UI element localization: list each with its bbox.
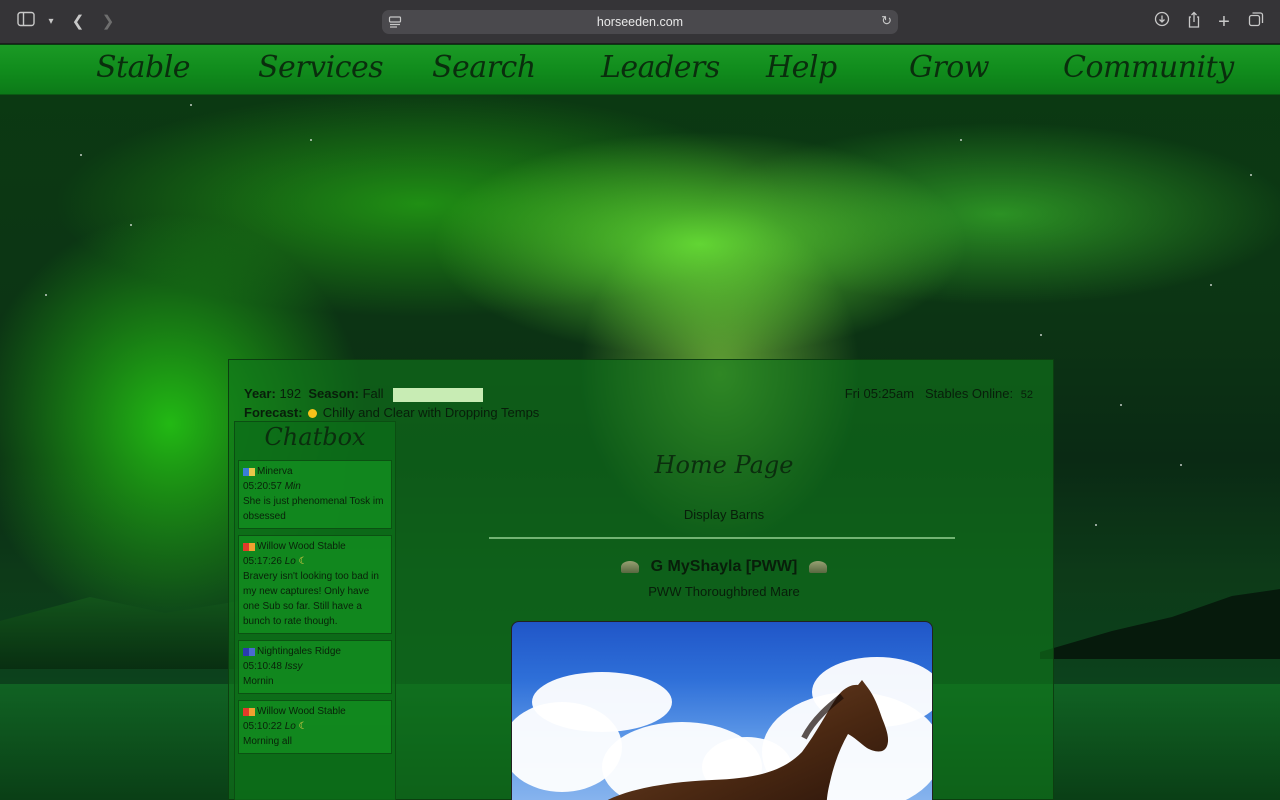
nav-services[interactable]: Services: [258, 45, 384, 91]
chat-time: 05:10:48 Issy: [243, 659, 387, 674]
forecast-text: Chilly and Clear with Dropping Temps: [322, 405, 540, 420]
chat-message: Nightingales Ridge 05:10:48 Issy Mornin: [238, 640, 392, 694]
address-bar[interactable]: horseeden.com ↻: [382, 10, 898, 34]
chat-stable[interactable]: Nightingales Ridge: [243, 644, 387, 659]
share-icon[interactable]: [1183, 11, 1205, 33]
chat-timestamp: 05:17:26: [243, 556, 282, 567]
stable-flag-icon: [243, 467, 255, 476]
ornament-left-icon: [620, 560, 639, 573]
browser-toolbar: ▾ ❮ ❯ horseeden.com ↻ +: [0, 0, 1280, 44]
nav-leaders[interactable]: Leaders: [601, 45, 720, 91]
download-icon[interactable]: [1151, 11, 1173, 33]
year-label: Year:: [244, 386, 276, 401]
chat-stable[interactable]: Minerva: [243, 464, 387, 479]
sun-icon: [308, 409, 318, 418]
nav-help[interactable]: Help: [766, 45, 837, 91]
chat-text: She is just phenomenal Tosk im obsessed: [243, 496, 384, 522]
chat-stable-name: Nightingales Ridge: [257, 646, 341, 657]
season-progress-bar: [393, 387, 484, 402]
chat-user[interactable]: Issy: [285, 661, 303, 672]
chat-time: 05:17:26 Lo ☾: [243, 554, 387, 569]
stable-flag-icon: [243, 707, 255, 716]
chatbox: Chatbox Minerva 05:20:57 Min She is just p…: [234, 421, 396, 800]
chat-time: 05:20:57 Min: [243, 479, 387, 494]
time-online: Fri 05:25am Stables Online: 52: [845, 386, 1033, 401]
ornament-right-icon: [809, 560, 828, 573]
featured-horse-image[interactable]: [511, 621, 933, 800]
stable-flag-icon: [243, 542, 255, 551]
forecast-label: Forecast:: [244, 405, 303, 420]
url-text: horseeden.com: [596, 15, 684, 29]
chat-timestamp: 05:10:48: [243, 661, 282, 672]
season-value: Fall: [362, 386, 384, 401]
online-count: 52: [1020, 389, 1033, 401]
mountain-right: [1040, 589, 1280, 659]
chat-text: Morning all: [243, 736, 292, 747]
back-icon[interactable]: ❮: [67, 11, 89, 33]
moon-icon: ☾: [298, 721, 308, 732]
online-label: Stables Online:: [924, 386, 1014, 401]
chat-time: 05:10:22 Lo ☾: [243, 719, 387, 734]
chatbox-title: Chatbox: [264, 423, 366, 451]
main-panel: Year: 192 Season: Fall Forecast: Chilly …: [228, 359, 1054, 800]
home-content: Home Page Display Barns G MyShayla [PWW]…: [401, 421, 1047, 800]
forward-icon[interactable]: ❯: [97, 11, 119, 33]
chat-text: Mornin: [243, 676, 274, 687]
nav-stable[interactable]: Stable: [96, 45, 191, 91]
chat-stable[interactable]: Willow Wood Stable: [243, 539, 387, 554]
reload-icon[interactable]: ↻: [881, 13, 892, 29]
nav-grow[interactable]: Grow: [909, 45, 990, 91]
chat-user[interactable]: Min: [285, 481, 301, 492]
forecast: Forecast: Chilly and Clear with Dropping…: [244, 405, 539, 420]
nav-community[interactable]: Community: [1063, 45, 1234, 91]
tab-overview-icon[interactable]: [1245, 11, 1267, 33]
horse-silhouette: [607, 680, 889, 800]
year-season: Year: 192 Season: Fall: [244, 386, 484, 402]
featured-horse-breed: PWW Thoroughbred Mare: [648, 584, 800, 599]
chat-user[interactable]: Lo: [285, 556, 296, 567]
chat-messages: Minerva 05:20:57 Min She is just phenomena…: [235, 460, 395, 754]
chat-text: Bravery isn't looking too bad in my new …: [243, 571, 379, 627]
divider: [489, 537, 955, 539]
chat-stable[interactable]: Willow Wood Stable: [243, 704, 387, 719]
chat-message: Willow Wood Stable 05:17:26 Lo ☾ Bravery i…: [238, 535, 392, 634]
nav-search[interactable]: Search: [432, 45, 536, 91]
game-time: Fri 05:25am: [844, 386, 915, 401]
featured-horse-name[interactable]: G MyShayla [PWW]: [401, 558, 1047, 576]
sidebar-toggle-icon[interactable]: [15, 11, 37, 33]
new-tab-icon[interactable]: +: [1213, 11, 1235, 33]
page-title: Home Page: [654, 451, 794, 479]
chat-message: Minerva 05:20:57 Min She is just phenomena…: [238, 460, 392, 529]
display-barns-link[interactable]: Display Barns: [401, 507, 1047, 522]
chat-stable-name: Minerva: [257, 466, 293, 477]
chat-message: Willow Wood Stable 05:10:22 Lo ☾ Morning a…: [238, 700, 392, 754]
chat-user[interactable]: Lo: [285, 721, 296, 732]
main-nav: Stable Services Search Leaders Help Grow…: [0, 45, 1280, 95]
chat-timestamp: 05:10:22: [243, 721, 282, 732]
chat-stable-name: Willow Wood Stable: [257, 541, 346, 552]
chat-stable-name: Willow Wood Stable: [257, 706, 346, 717]
horse-name-text: MyShayla [PWW]: [667, 558, 798, 575]
chat-timestamp: 05:20:57: [243, 481, 282, 492]
game-status-bar: Year: 192 Season: Fall Forecast: Chilly …: [235, 384, 1047, 426]
moon-icon: ☾: [298, 556, 308, 567]
season-label: Season:: [308, 386, 359, 401]
year-value: 192: [279, 386, 302, 401]
stable-flag-icon: [243, 647, 255, 656]
chevron-down-icon[interactable]: ▾: [40, 11, 62, 33]
gender-icon: G: [650, 558, 664, 575]
